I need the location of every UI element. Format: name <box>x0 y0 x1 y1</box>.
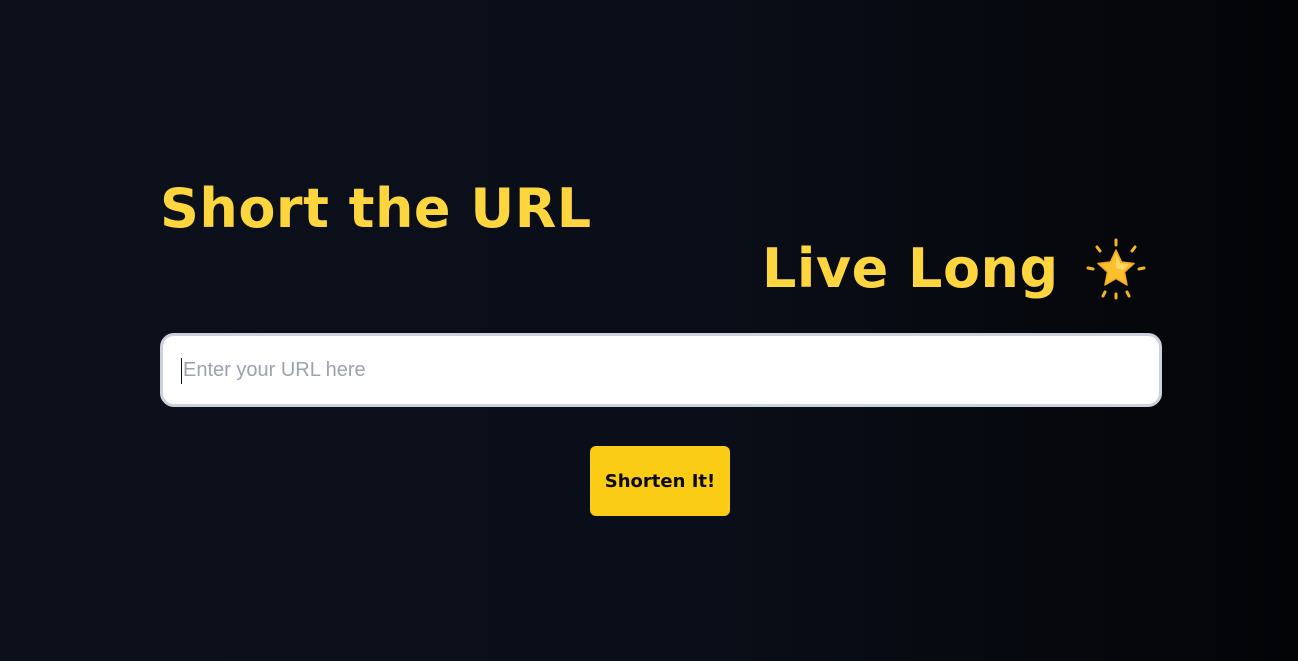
headline-line-1: Short the URL <box>160 177 592 240</box>
headline-line-2: Live Long <box>762 238 1147 300</box>
headline-line-2-text: Live Long <box>762 237 1059 300</box>
hero-section: Short the URL Live Long Shorten <box>160 0 1162 661</box>
text-cursor <box>181 358 182 384</box>
shorten-button[interactable]: Shorten It! <box>590 446 730 516</box>
glowing-star-icon <box>1085 238 1147 300</box>
url-input[interactable] <box>160 333 1162 407</box>
